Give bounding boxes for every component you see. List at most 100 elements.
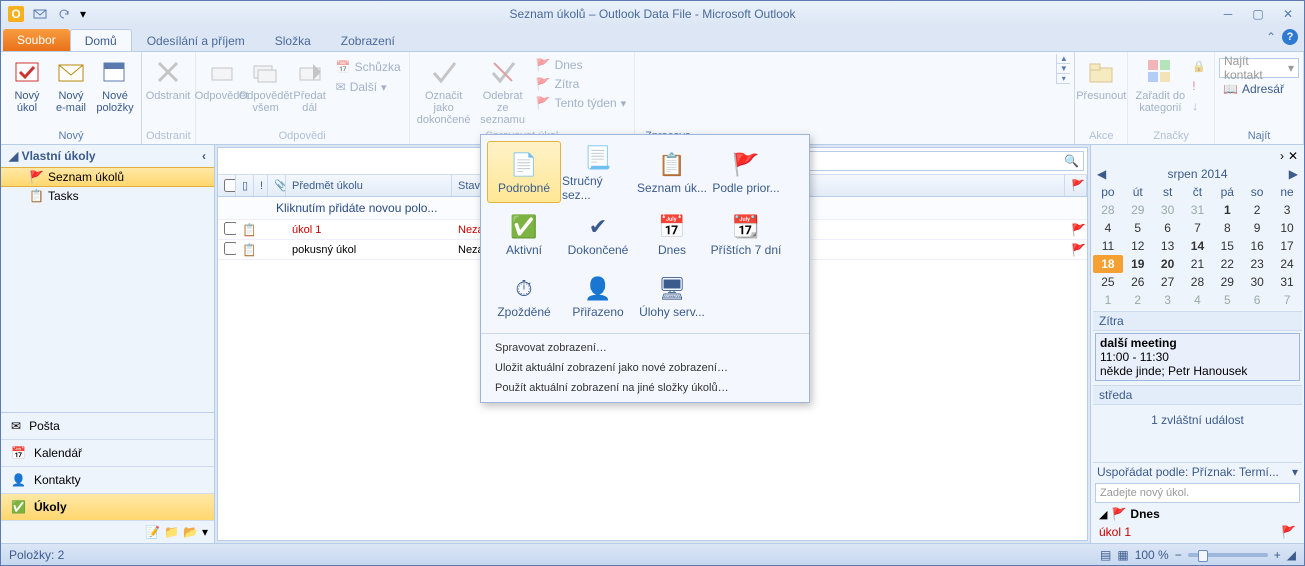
view-option[interactable]: 📅Dnes [635, 203, 709, 265]
minimize-button[interactable]: ─ [1216, 5, 1240, 23]
qat-send-receive-icon[interactable] [29, 3, 51, 25]
calendar-day[interactable]: 20 [1153, 255, 1183, 273]
maximize-button[interactable]: ▢ [1246, 5, 1270, 23]
calendar-day[interactable]: 4 [1093, 219, 1123, 237]
view-gallery[interactable]: ▲ ▼ ▾ [639, 54, 1070, 128]
find-contact-input[interactable]: Najít kontakt ▾ [1219, 58, 1299, 78]
meeting-button[interactable]: 📅Schůzka [332, 58, 405, 76]
view-normal-icon[interactable]: ▤ [1100, 548, 1111, 562]
todo-task-item[interactable]: úkol 1🚩 [1093, 523, 1302, 541]
calendar-day[interactable]: 31 [1183, 201, 1213, 219]
calendar-day[interactable]: 3 [1153, 291, 1183, 309]
tab-file[interactable]: Soubor [3, 29, 70, 51]
new-task-button[interactable]: Novýúkol [5, 54, 49, 116]
nav-header-mytasks[interactable]: ◢ Vlastní úkoly‹ [1, 145, 214, 167]
gallery-up-icon[interactable]: ▲ [1057, 54, 1070, 64]
reply-all-button[interactable]: Odpovědětvšem [244, 54, 288, 116]
arrange-by[interactable]: Uspořádat podle: Příznak: Termí...▾ [1093, 462, 1302, 481]
icon-column[interactable]: ▯ [236, 175, 254, 196]
view-option[interactable]: ✔Dokončené [561, 203, 635, 265]
calendar-day[interactable]: 2 [1242, 201, 1272, 219]
calendar-day[interactable]: 14 [1183, 237, 1213, 255]
private-button[interactable]: 🔒 [1188, 58, 1210, 75]
calendar-month[interactable]: srpen 2014 [1167, 167, 1227, 181]
nav-module-mail[interactable]: ✉Pošta [1, 413, 214, 440]
view-option[interactable]: ⏱Zpožděné [487, 265, 561, 327]
calendar-day[interactable]: 22 [1212, 255, 1242, 273]
calendar-day[interactable]: 21 [1183, 255, 1213, 273]
calendar-day[interactable]: 10 [1272, 219, 1302, 237]
view-option[interactable]: 🖥Úlohy serv... [635, 265, 709, 327]
view-option[interactable]: 🚩Podle prior... [709, 141, 783, 203]
row-checkbox[interactable] [224, 242, 236, 255]
manage-views-menuitem[interactable]: Spravovat zobrazení… [481, 338, 809, 358]
calendar-day[interactable]: 17 [1272, 237, 1302, 255]
view-option[interactable]: ✅Aktivní [487, 203, 561, 265]
gallery-down-icon[interactable]: ▼ [1057, 64, 1070, 74]
calendar-day[interactable]: 6 [1153, 219, 1183, 237]
calendar-day[interactable]: 1 [1212, 201, 1242, 219]
tab-home[interactable]: Domů [70, 29, 132, 51]
calendar-day[interactable]: 3 [1272, 201, 1302, 219]
calendar-day[interactable]: 23 [1242, 255, 1272, 273]
zoom-in-button[interactable]: + [1274, 548, 1281, 562]
calendar-day[interactable]: 5 [1123, 219, 1153, 237]
delete-button[interactable]: Odstranit [146, 54, 190, 104]
qat-undo-icon[interactable] [53, 3, 75, 25]
new-items-button[interactable]: Novépoložky [93, 54, 137, 116]
shortcuts-icon[interactable]: 📂 [183, 525, 198, 539]
attachment-column[interactable]: 📎 [268, 175, 286, 196]
calendar-day[interactable]: 30 [1242, 273, 1272, 291]
move-button[interactable]: Přesunout [1079, 54, 1123, 104]
collapse-nav-icon[interactable]: ‹ [202, 149, 206, 163]
calendar-day[interactable]: 24 [1272, 255, 1302, 273]
view-option[interactable]: 📆Příštích 7 dní [709, 203, 783, 265]
mark-complete-button[interactable]: Označit jakodokončené [414, 54, 474, 128]
calendar-day[interactable]: 6 [1242, 291, 1272, 309]
address-book-button[interactable]: 📖Adresář [1219, 80, 1288, 98]
tab-folder[interactable]: Složka [260, 29, 326, 51]
flag-icon[interactable]: 🚩 [1071, 243, 1086, 257]
flag-thisweek-button[interactable]: 🚩Tento týden▾ [532, 94, 631, 112]
more-respond-button[interactable]: ✉Další▾ [332, 78, 405, 96]
mini-calendar[interactable]: poútstčtpásone28293031123456789101112131… [1093, 183, 1302, 309]
calendar-day[interactable]: 25 [1093, 273, 1123, 291]
calendar-day[interactable]: 7 [1183, 219, 1213, 237]
view-option[interactable]: 👤Přiřazeno [561, 265, 635, 327]
notes-icon[interactable]: 📝 [145, 525, 160, 539]
apply-view-menuitem[interactable]: Použít aktuální zobrazení na jiné složky… [481, 378, 809, 398]
appointment-item[interactable]: další meeting 11:00 - 11:30 někde jinde;… [1095, 333, 1300, 381]
tab-sendreceive[interactable]: Odesílání a příjem [132, 29, 260, 51]
calendar-day[interactable]: 8 [1212, 219, 1242, 237]
flag-today-button[interactable]: 🚩Dnes [532, 56, 631, 74]
view-option[interactable]: 📄Podrobné [487, 141, 561, 203]
low-importance-button[interactable]: ↓ [1188, 97, 1210, 115]
calendar-day[interactable]: 12 [1123, 237, 1153, 255]
search-input[interactable]: 🔍 [764, 151, 1084, 171]
nav-item-tasks[interactable]: 📋Tasks [1, 187, 214, 205]
view-reading-icon[interactable]: ▦ [1117, 548, 1128, 562]
forward-button[interactable]: Předatdál [288, 54, 332, 116]
calendar-day[interactable]: 18 [1093, 255, 1123, 273]
calendar-day[interactable]: 5 [1212, 291, 1242, 309]
new-email-button[interactable]: Novýe-mail [49, 54, 93, 116]
select-all-checkbox[interactable] [224, 179, 236, 192]
view-option[interactable]: 📃Stručný sez... [561, 141, 635, 203]
qat-customize-icon[interactable]: ▾ [77, 3, 89, 25]
calendar-day[interactable]: 30 [1153, 201, 1183, 219]
calendar-day[interactable]: 11 [1093, 237, 1123, 255]
help-icon[interactable]: ? [1282, 29, 1298, 45]
calendar-day[interactable]: 19 [1123, 255, 1153, 273]
categorize-button[interactable]: Zařadit dokategorií [1132, 54, 1188, 116]
task-group-today[interactable]: ◢ 🚩 Dnes [1093, 505, 1302, 523]
zoom-out-button[interactable]: − [1175, 548, 1182, 562]
calendar-day[interactable]: 29 [1123, 201, 1153, 219]
calendar-day[interactable]: 16 [1242, 237, 1272, 255]
calendar-day[interactable]: 1 [1093, 291, 1123, 309]
calendar-day[interactable]: 2 [1123, 291, 1153, 309]
calendar-day[interactable]: 27 [1153, 273, 1183, 291]
resize-grip-icon[interactable]: ◢ [1287, 548, 1296, 562]
configure-buttons-icon[interactable]: ▾ [202, 525, 208, 539]
calendar-day[interactable]: 13 [1153, 237, 1183, 255]
close-button[interactable]: ✕ [1276, 5, 1300, 23]
